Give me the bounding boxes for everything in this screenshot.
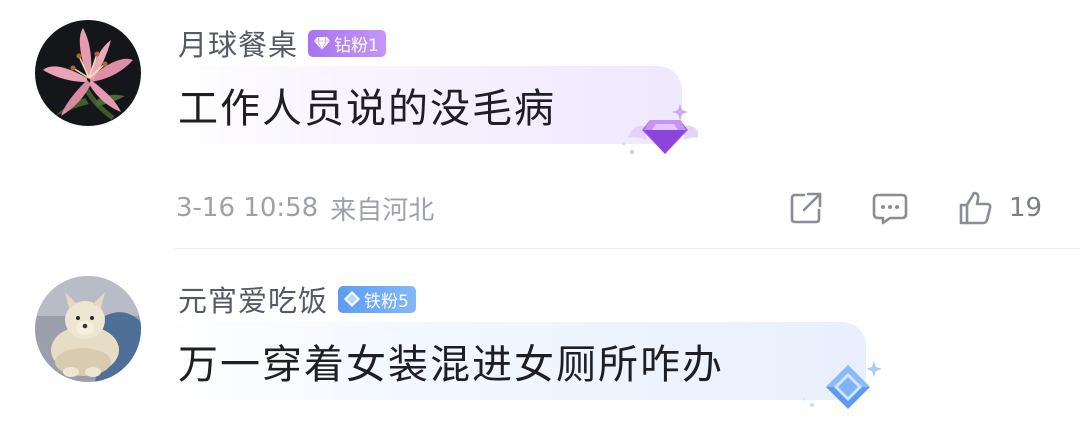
fan-badge-label: 钻粉1: [334, 35, 379, 56]
fan-badge-label: 铁粉5: [364, 291, 409, 312]
avatar[interactable]: [35, 276, 141, 382]
thumbs-up-icon: [959, 191, 992, 225]
comment-item: 元宵爱吃饭 铁粉5 万一穿着女装混进女厕所咋办: [0, 252, 1080, 425]
username[interactable]: 元宵爱吃饭: [178, 278, 328, 320]
share-icon: [790, 192, 822, 224]
diamond-icon: [313, 34, 331, 52]
comment-location: 来自河北: [330, 195, 435, 226]
fluffy-dog-avatar: [35, 276, 141, 382]
comment-list: 月球餐桌 钻粉1 工作人员说的没毛病 3-16 10:58 来自河北 19 元宵…: [0, 0, 1080, 425]
fan-badge[interactable]: 铁粉5: [338, 285, 416, 313]
avatar[interactable]: [35, 20, 141, 126]
reply-button[interactable]: [870, 186, 910, 230]
user-header: 月球餐桌 钻粉1: [178, 23, 386, 63]
diamond-icon: [343, 290, 361, 308]
comment-timestamp: 3-16 10:58: [176, 193, 319, 223]
diamond-bubble-decoration-icon: [782, 355, 892, 421]
comment-icon: [872, 193, 908, 225]
fan-badge[interactable]: 钻粉1: [308, 29, 386, 57]
user-header: 元宵爱吃饭 铁粉5: [178, 279, 416, 319]
comment-bubble[interactable]: 万一穿着女装混进女厕所咋办: [160, 322, 866, 400]
divider: [175, 248, 1080, 249]
comment-item: 月球餐桌 钻粉1 工作人员说的没毛病 3-16 10:58 来自河北 19: [0, 0, 1080, 250]
comment-meta: 3-16 10:58 来自河北: [176, 188, 434, 228]
like-button[interactable]: 19: [955, 186, 1042, 230]
share-button[interactable]: [786, 186, 826, 230]
lily-flower-avatar: [35, 20, 141, 126]
diamond-bubble-decoration-icon: [588, 98, 700, 164]
comment-text: 工作人员说的没毛病: [178, 86, 556, 132]
like-count: 19: [1009, 193, 1043, 223]
comment-text: 万一穿着女装混进女厕所咋办: [178, 342, 724, 388]
username[interactable]: 月球餐桌: [178, 22, 298, 64]
